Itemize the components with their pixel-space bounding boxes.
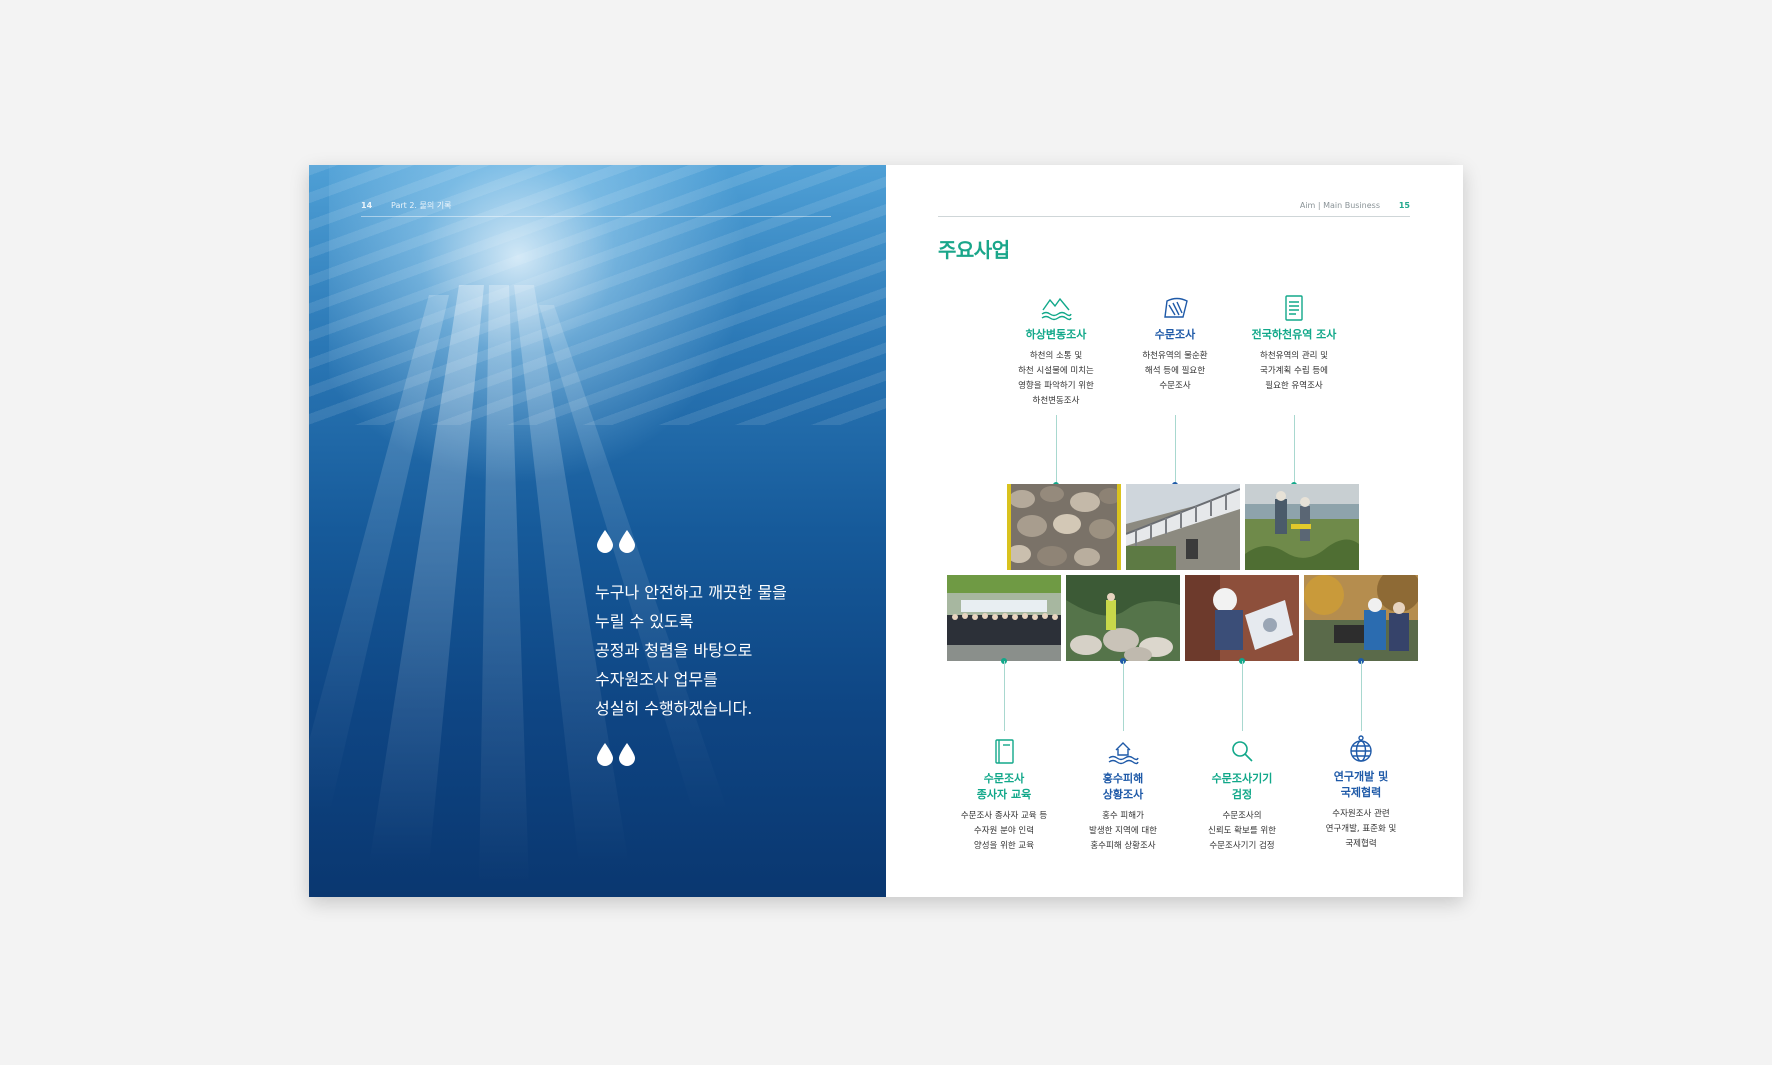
connector-line [1294,415,1295,485]
desc-line: 국제협력 [1345,839,1377,849]
riverbed-icon [1041,297,1072,321]
desc-line: 홍수피해 상황조사 [1090,841,1156,851]
desc-line: 영향을 파악하기 위한 [1018,381,1094,391]
mission-quote: 누구나 안전하고 깨끗한 물을 누릴 수 있도록 공정과 청렴을 바탕으로 수자… [595,578,875,723]
photo-riverbed-stones [1007,484,1121,570]
photo-equipment-test [1185,575,1299,661]
name-line: 연구개발 및 [1333,770,1389,783]
brochure-spread: 14 Part 2. 물의 기록 누구나 안전하고 깨끗한 물을 누릴 수 있도… [309,165,1463,897]
desc-line: 수문조사 [1159,381,1191,391]
flood-icon [1108,742,1139,765]
connector-line [1175,415,1176,485]
desc-line: 국가계획 수립 등에 [1260,366,1328,376]
item-name: 수문조사기기 검정 [1182,771,1302,803]
desc-line: 연구개발, 표준화 및 [1325,824,1397,834]
business-item-education: 수문조사 종사자 교육 수문조사 종사자 교육 등 수자원 분야 인력 양성을 … [944,737,1064,854]
desc-line: 수문조사 종사자 교육 등 [960,811,1048,821]
water-drops-icon [595,742,639,766]
name-line: 홍수피해 [1102,772,1144,785]
document-icon [1285,295,1303,321]
item-name: 하상변동조사 [1025,328,1087,341]
desc-line: 하천 시설물에 미치는 [1018,366,1094,376]
desc-line: 해석 등에 필요한 [1144,366,1206,376]
item-description: 홍수 피해가 발생한 지역에 대한 홍수피해 상황조사 [1063,809,1183,854]
hydrology-icon [1164,297,1188,318]
right-page-number: 15 [1398,201,1410,210]
business-item-research: 연구개발 및 국제협력 수자원조사 관련 연구개발, 표준화 및 국제협력 [1301,735,1421,852]
quote-line: 누릴 수 있도록 [595,612,694,631]
name-line: 국제협력 [1340,786,1382,799]
business-item-hydrology: 수문조사 하천유역의 물순환 해석 등에 필요한 수문조사 [1115,293,1235,394]
item-description: 수자원조사 관련 연구개발, 표준화 및 국제협력 [1301,807,1421,852]
water-drops-icon [595,529,639,553]
name-line: 검정 [1231,788,1253,801]
item-description: 하천유역의 물순환 해석 등에 필요한 수문조사 [1115,349,1235,394]
desc-line: 신뢰도 확보를 위한 [1208,826,1276,836]
left-page: 14 Part 2. 물의 기록 누구나 안전하고 깨끗한 물을 누릴 수 있도… [309,165,886,897]
page-title: 주요사업 [938,238,1010,262]
item-description: 하천의 소통 및 하천 시설물에 미치는 영향을 파악하기 위한 하천변동조사 [996,349,1116,409]
item-description: 수문조사의 신뢰도 확보를 위한 수문조사기기 검정 [1182,809,1302,854]
item-name: 수문조사 [1154,328,1196,341]
quote-line: 성실히 수행하겠습니다. [595,699,753,718]
business-item-equipment: 수문조사기기 검정 수문조사의 신뢰도 확보를 위한 수문조사기기 검정 [1182,737,1302,854]
item-name: 전국하천유역 조사 [1251,328,1337,341]
connector-line [1004,661,1005,731]
left-page-number: 14 [361,201,373,210]
book-icon [995,739,1014,764]
desc-line: 하천유역의 물순환 [1142,351,1208,361]
name-line: 상황조사 [1102,788,1144,801]
desc-line: 하천의 소통 및 [1029,351,1083,361]
right-page: Aim | Main Business 15 주요사업 하상변동조사 하천의 소… [886,165,1463,897]
desc-line: 하천유역의 관리 및 [1260,351,1328,361]
item-description: 하천유역의 관리 및 국가계획 수립 등에 필요한 유역조사 [1234,349,1354,394]
photo-bridge [1126,484,1240,570]
desc-line: 양성을 위한 교육 [973,841,1035,851]
quote-line: 누구나 안전하고 깨끗한 물을 [595,583,787,602]
right-running-header: Aim | Main Business 15 [938,200,1410,217]
desc-line: 필요한 유역조사 [1265,381,1323,391]
magnifier-icon [1232,741,1253,762]
quote-line: 수자원조사 업무를 [595,670,718,689]
item-name: 홍수피해 상황조사 [1063,771,1183,803]
photo-research-team [1304,575,1418,661]
quote-line: 공정과 청렴을 바탕으로 [595,641,753,660]
photo-field-survey [1245,484,1359,570]
part-title: Part 2. 물의 기록 [391,201,452,210]
item-description: 수문조사 종사자 교육 등 수자원 분야 인력 양성을 위한 교육 [944,809,1064,854]
name-line: 수문조사 [983,772,1025,785]
globe-icon [1350,735,1372,762]
left-running-header: 14 Part 2. 물의 기록 [361,200,831,217]
connector-line [1242,661,1243,731]
item-name: 수문조사 종사자 교육 [944,771,1064,803]
connector-line [1123,661,1124,731]
connector-line [1361,661,1362,731]
name-line: 종사자 교육 [976,788,1032,801]
desc-line: 발생한 지역에 대한 [1089,826,1157,836]
desc-line: 하천변동조사 [1032,396,1080,406]
business-item-flood: 홍수피해 상황조사 홍수 피해가 발생한 지역에 대한 홍수피해 상황조사 [1063,737,1183,854]
photo-education-group [947,575,1061,661]
item-name: 연구개발 및 국제협력 [1301,769,1421,801]
desc-line: 수문조사기기 검정 [1209,841,1275,851]
business-item-watershed: 전국하천유역 조사 하천유역의 관리 및 국가계획 수립 등에 필요한 유역조사 [1234,293,1354,394]
name-line: 수문조사기기 [1211,772,1273,785]
desc-line: 수문조사의 [1222,811,1262,821]
section-label: Aim | Main Business [1299,201,1380,210]
desc-line: 수자원조사 관련 [1332,809,1390,819]
desc-line: 홍수 피해가 [1102,811,1144,821]
business-item-riverbed: 하상변동조사 하천의 소통 및 하천 시설물에 미치는 영향을 파악하기 위한 … [996,293,1116,409]
photo-flood-site [1066,575,1180,661]
connector-line [1056,415,1057,485]
desc-line: 수자원 분야 인력 [973,826,1035,836]
